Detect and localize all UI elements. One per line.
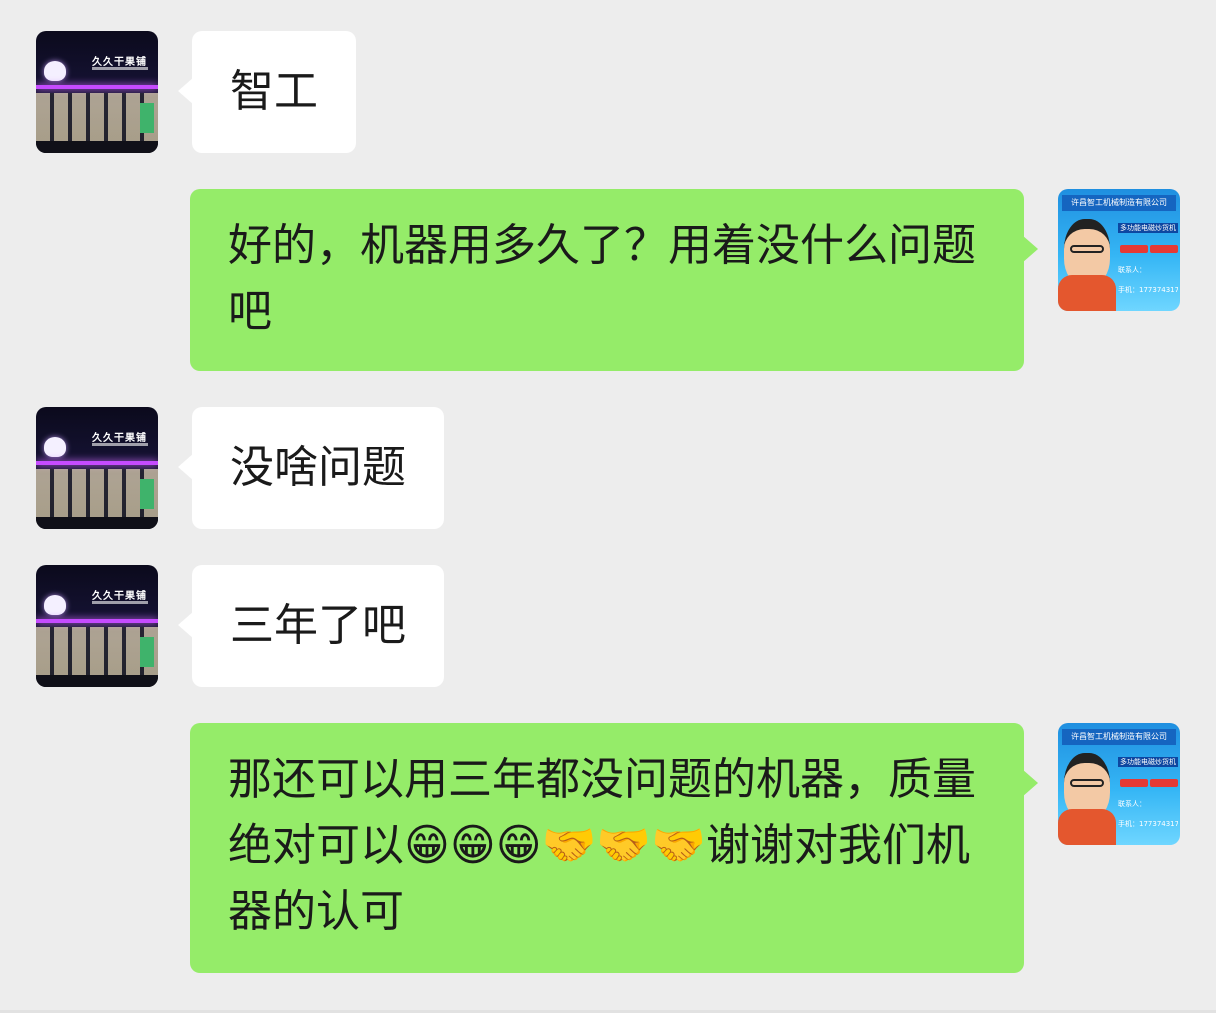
shop-sign-text: 久久干果铺 bbox=[92, 57, 147, 68]
message-bubble-received[interactable]: 智工 bbox=[178, 31, 356, 153]
contact-avatar[interactable]: 久久干果铺 bbox=[36, 31, 158, 153]
shop-logo-icon bbox=[44, 61, 66, 81]
chat-history[interactable]: 久久干果铺 智工 好的，机器用多久了？用着没什么问题吧 许昌智工机械制造有限公司… bbox=[0, 0, 1216, 1013]
shop-sign-text: 久久干果铺 bbox=[92, 591, 147, 602]
phone-text: 手机：17737431799 bbox=[1118, 286, 1178, 294]
product-name: 多功能电磁炒货机 bbox=[1118, 757, 1178, 767]
shop-logo-icon bbox=[44, 437, 66, 457]
contact-avatar[interactable]: 久久干果铺 bbox=[36, 407, 158, 529]
contact-label: 联系人： bbox=[1118, 800, 1146, 808]
company-name: 许昌智工机械制造有限公司 bbox=[1062, 729, 1176, 745]
message-bubble-sent[interactable]: 好的，机器用多久了？用着没什么问题吧 bbox=[190, 189, 1038, 371]
company-name: 许昌智工机械制造有限公司 bbox=[1062, 195, 1176, 211]
self-avatar[interactable]: 许昌智工机械制造有限公司 多功能电磁炒货机 联系人： 手机：1773743179… bbox=[1058, 189, 1180, 311]
message-bubble-received[interactable]: 三年了吧 bbox=[178, 565, 444, 687]
contact-label: 联系人： bbox=[1118, 266, 1146, 274]
self-avatar[interactable]: 许昌智工机械制造有限公司 多功能电磁炒货机 联系人： 手机：1773743179… bbox=[1058, 723, 1180, 845]
message-bubble-received[interactable]: 没啥问题 bbox=[178, 407, 444, 529]
contact-avatar[interactable]: 久久干果铺 bbox=[36, 565, 158, 687]
shop-sign-text: 久久干果铺 bbox=[92, 433, 147, 444]
shop-logo-icon bbox=[44, 595, 66, 615]
message-bubble-sent[interactable]: 那还可以用三年都没问题的机器，质量绝对可以😁😁😁🤝🤝🤝谢谢对我们机器的认可 bbox=[190, 723, 1038, 973]
product-name: 多功能电磁炒货机 bbox=[1118, 223, 1178, 233]
phone-text: 手机：17737431799 bbox=[1118, 820, 1178, 828]
